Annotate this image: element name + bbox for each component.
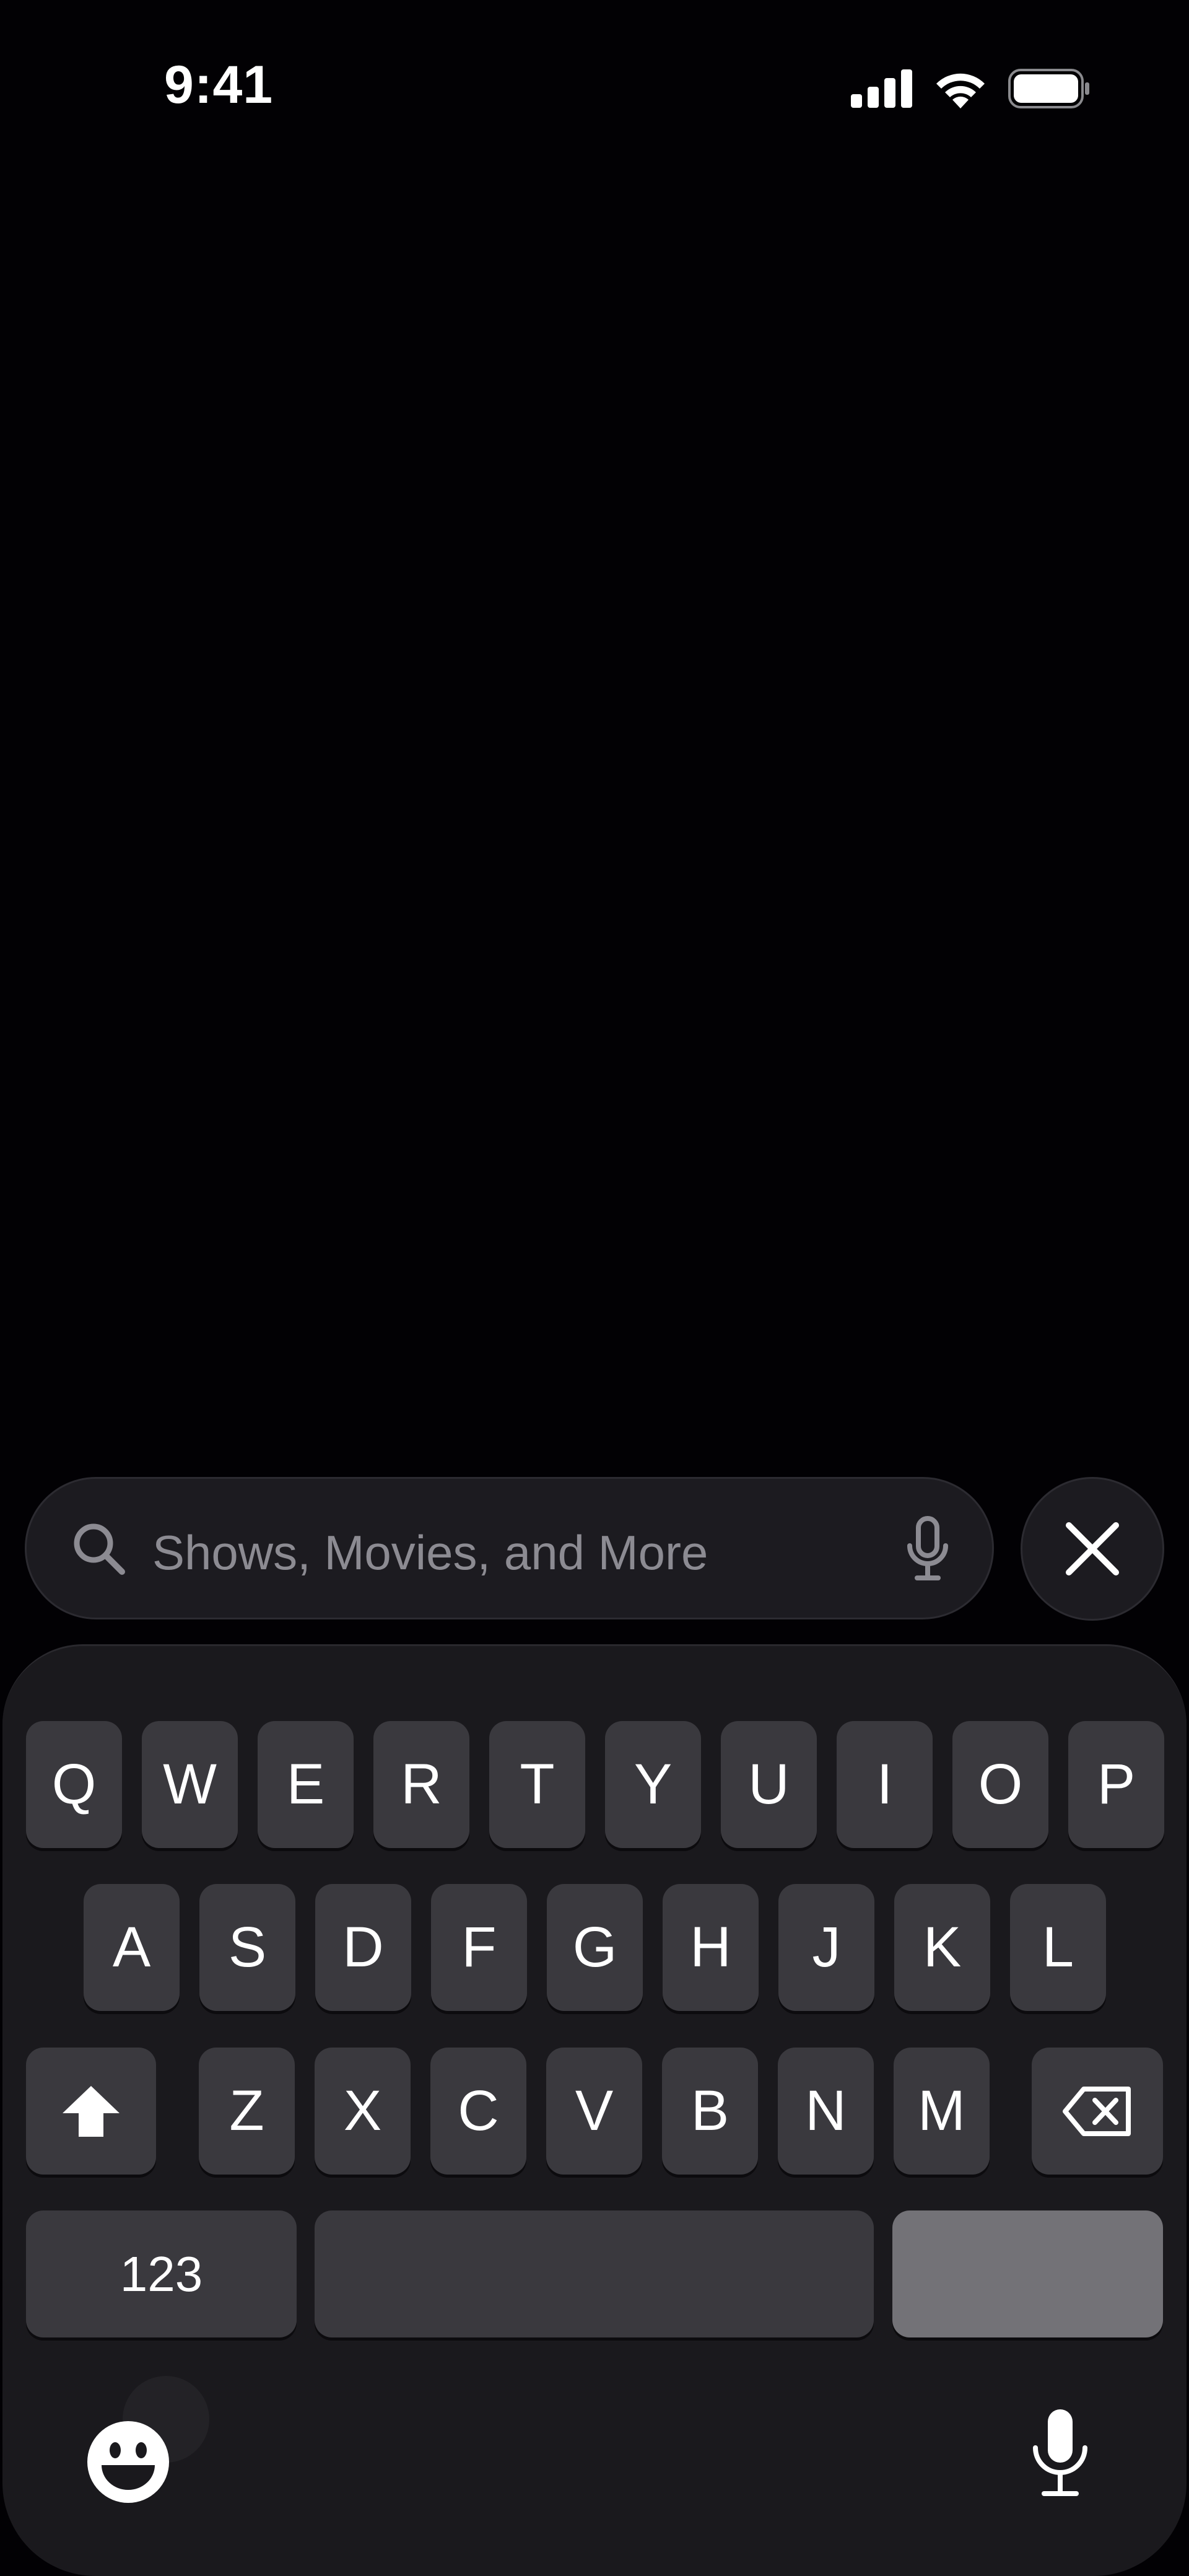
key-g[interactable]: G	[547, 1884, 643, 2011]
key-v[interactable]: V	[546, 2048, 642, 2175]
shift-icon	[63, 2085, 120, 2137]
key-r[interactable]: R	[373, 1721, 469, 1848]
dictation-mic-icon[interactable]	[1028, 2407, 1092, 2500]
key-x[interactable]: X	[315, 2048, 411, 2175]
search-field[interactable]: Shows, Movies, and More	[25, 1477, 994, 1619]
key-u[interactable]: U	[721, 1721, 817, 1848]
close-button[interactable]	[1021, 1477, 1164, 1621]
key-q[interactable]: Q	[26, 1721, 122, 1848]
key-k[interactable]: K	[894, 1884, 990, 2011]
numbers-key[interactable]: 123	[26, 2210, 297, 2337]
space-key[interactable]	[315, 2210, 874, 2337]
emoji-icon[interactable]	[85, 2419, 171, 2505]
key-b[interactable]: B	[662, 2048, 758, 2175]
key-m[interactable]: M	[894, 2048, 990, 2175]
shift-key[interactable]	[26, 2048, 156, 2175]
key-z[interactable]: Z	[199, 2048, 295, 2175]
key-f[interactable]: F	[431, 1884, 527, 2011]
key-p[interactable]: P	[1068, 1721, 1164, 1848]
delete-icon	[1063, 2086, 1131, 2136]
search-screen: 9:41 Shows, Movies, and More Q W E R T Y…	[0, 0, 1189, 2576]
return-key[interactable]	[892, 2210, 1163, 2337]
delete-key[interactable]	[1032, 2048, 1163, 2175]
key-w[interactable]: W	[142, 1721, 238, 1848]
key-y[interactable]: Y	[605, 1721, 701, 1848]
search-icon	[74, 1523, 125, 1575]
wifi-icon	[936, 73, 985, 108]
status-icons	[851, 67, 1090, 110]
key-d[interactable]: D	[315, 1884, 411, 2011]
status-bar: 9:41	[0, 0, 1189, 180]
key-l[interactable]: L	[1010, 1884, 1106, 2011]
close-icon	[1066, 1522, 1119, 1575]
search-placeholder: Shows, Movies, and More	[152, 1525, 708, 1580]
key-c[interactable]: C	[430, 2048, 526, 2175]
cellular-signal-icon	[851, 69, 912, 108]
microphone-icon[interactable]	[900, 1515, 956, 1584]
key-t[interactable]: T	[489, 1721, 585, 1848]
battery-icon	[1008, 69, 1089, 108]
key-h[interactable]: H	[663, 1884, 759, 2011]
key-j[interactable]: J	[778, 1884, 874, 2011]
key-n[interactable]: N	[778, 2048, 874, 2175]
key-e[interactable]: E	[258, 1721, 354, 1848]
key-s[interactable]: S	[199, 1884, 295, 2011]
status-time: 9:41	[164, 55, 274, 115]
key-a[interactable]: A	[84, 1884, 180, 2011]
key-i[interactable]: I	[837, 1721, 933, 1848]
key-o[interactable]: O	[952, 1721, 1048, 1848]
